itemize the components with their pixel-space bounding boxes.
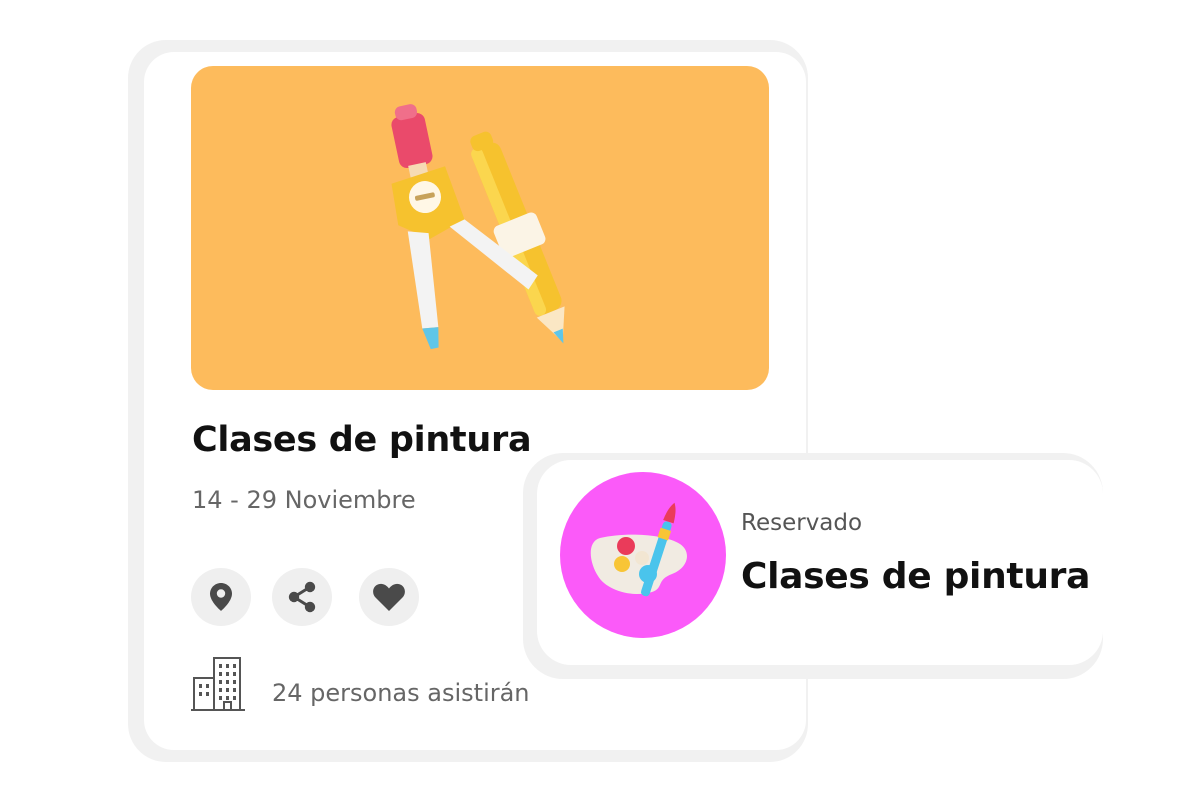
- heart-icon: [373, 583, 405, 611]
- booking-status: Reservado: [741, 510, 863, 536]
- attendees-count: 24 personas asistirán: [272, 679, 530, 707]
- paint-palette-icon: [590, 502, 687, 597]
- like-button[interactable]: [359, 568, 419, 626]
- event-dates: 14 - 29 Noviembre: [192, 486, 416, 514]
- location-pin-icon: [210, 583, 232, 611]
- share-icon: [288, 581, 316, 613]
- booking-thumbnail: [560, 472, 726, 638]
- event-title: Clases de pintura: [192, 420, 532, 460]
- share-button[interactable]: [272, 568, 332, 626]
- compass-pencil-illustration: [391, 104, 565, 350]
- event-hero-image: [191, 66, 769, 390]
- booking-title: Clases de pintura: [741, 556, 1091, 597]
- building-icon: [191, 657, 245, 711]
- location-button[interactable]: [191, 568, 251, 626]
